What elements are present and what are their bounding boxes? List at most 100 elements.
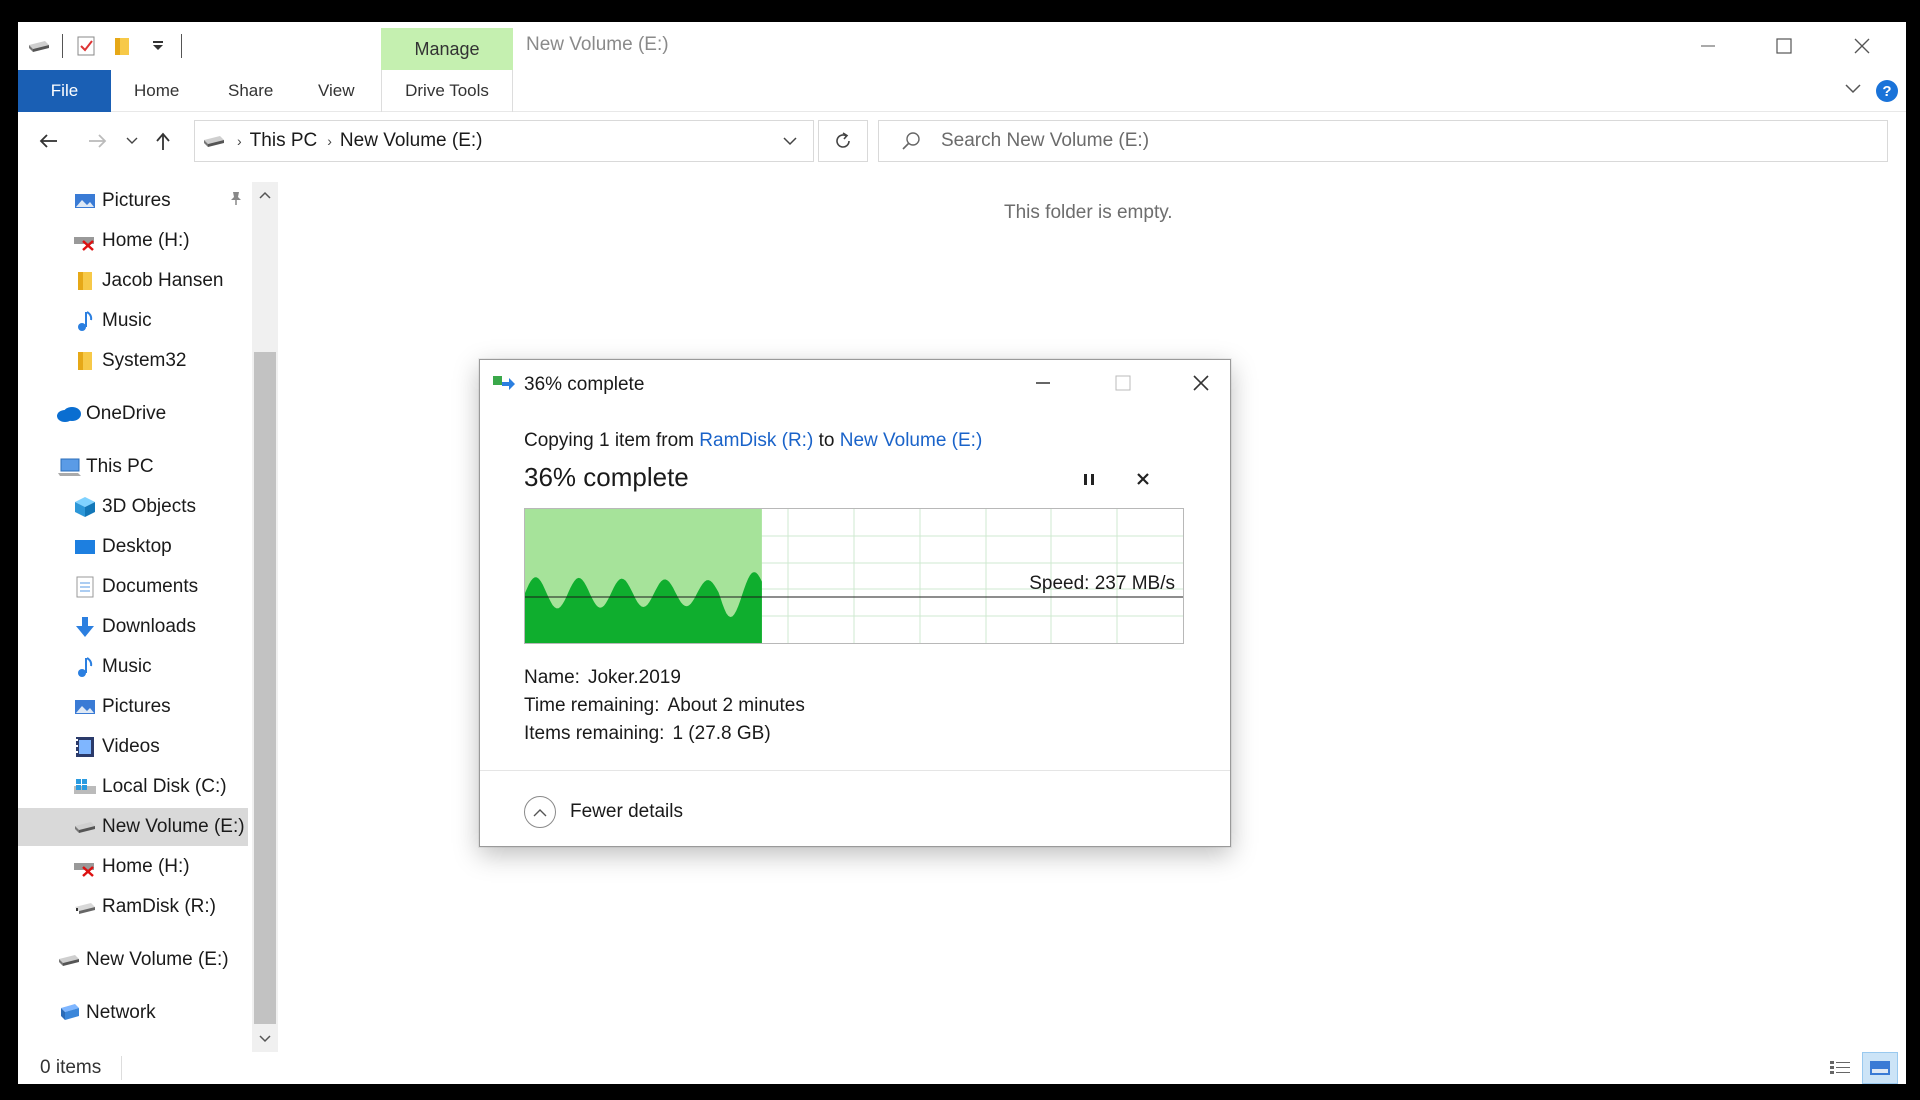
quick-access-toolbar bbox=[26, 32, 182, 60]
detail-name-row: Name: Joker.2019 bbox=[524, 667, 681, 688]
drive-icon bbox=[201, 134, 227, 148]
scrollbar-thumb[interactable] bbox=[254, 352, 276, 1024]
large-icons-view-icon[interactable] bbox=[1862, 1052, 1898, 1084]
maximize-button[interactable] bbox=[1746, 22, 1822, 70]
speed-label: Speed: 237 MB/s bbox=[1029, 573, 1175, 594]
nav-item-this-pc[interactable]: This PC bbox=[18, 448, 248, 486]
tab-file[interactable]: File bbox=[18, 70, 111, 112]
nav-item-downloads[interactable]: Downloads bbox=[18, 608, 248, 646]
breadcrumb-separator[interactable]: › bbox=[327, 133, 332, 149]
nav-item-network[interactable]: Network bbox=[18, 994, 248, 1032]
destination-link[interactable]: New Volume (E:) bbox=[840, 430, 983, 451]
nav-item-pictures-quick[interactable]: Pictures bbox=[18, 182, 248, 220]
nav-item-new-volume-e[interactable]: New Volume (E:) bbox=[18, 808, 248, 846]
tab-drive-tools[interactable]: Drive Tools bbox=[381, 70, 513, 112]
address-bar[interactable]: › This PC › New Volume (E:) bbox=[194, 120, 814, 162]
nav-item-music[interactable]: Music bbox=[18, 648, 248, 686]
tab-home[interactable]: Home bbox=[134, 70, 179, 112]
breadcrumb-separator[interactable]: › bbox=[237, 133, 242, 149]
refresh-button[interactable] bbox=[818, 120, 868, 162]
breadcrumb-this-pc[interactable]: This PC bbox=[250, 130, 318, 152]
dialog-close-button[interactable] bbox=[1170, 360, 1232, 406]
disconnected-drive-icon bbox=[72, 854, 98, 880]
tab-view[interactable]: View bbox=[318, 70, 355, 112]
chevron-up-icon bbox=[524, 796, 556, 828]
folder-icon bbox=[72, 268, 98, 294]
file-name: Joker.2019 bbox=[587, 667, 681, 688]
forward-button[interactable] bbox=[80, 122, 114, 160]
this-pc-icon bbox=[56, 454, 82, 480]
nav-item-music-quick[interactable]: Music bbox=[18, 302, 248, 340]
fewer-details-toggle[interactable]: Fewer details bbox=[524, 796, 683, 828]
documents-icon bbox=[72, 574, 98, 600]
copy-progress-dialog: 36% complete Copying 1 item from RamDisk… bbox=[479, 359, 1231, 847]
nav-item-system32[interactable]: System32 bbox=[18, 342, 248, 380]
search-icon bbox=[901, 131, 921, 151]
items-remaining: 1 (27.8 GB) bbox=[672, 723, 771, 744]
folder-icon bbox=[72, 348, 98, 374]
nav-item-desktop[interactable]: Desktop bbox=[18, 528, 248, 566]
time-remaining: About 2 minutes bbox=[667, 695, 805, 716]
customize-toolbar-icon[interactable] bbox=[145, 33, 171, 59]
search-placeholder: Search New Volume (E:) bbox=[941, 130, 1150, 151]
transfer-speed-graph: Speed: 237 MB/s bbox=[524, 508, 1184, 644]
back-button[interactable] bbox=[32, 122, 66, 160]
source-link[interactable]: RamDisk (R:) bbox=[699, 430, 813, 451]
up-button[interactable] bbox=[146, 122, 180, 160]
nav-item-home-h[interactable]: Home (H:) bbox=[18, 222, 248, 260]
desktop-icon bbox=[72, 534, 98, 560]
file-explorer-window: Manage New Volume (E:) File Home Share V… bbox=[18, 22, 1906, 1084]
3d-objects-icon bbox=[72, 494, 98, 520]
dialog-divider bbox=[480, 770, 1230, 771]
details-view-icon[interactable] bbox=[1822, 1052, 1858, 1084]
nav-item-pictures[interactable]: Pictures bbox=[18, 688, 248, 726]
help-icon[interactable]: ? bbox=[1876, 80, 1898, 102]
recent-locations-button[interactable] bbox=[120, 122, 144, 160]
pictures-icon bbox=[72, 694, 98, 720]
status-separator bbox=[121, 1056, 123, 1080]
scroll-down-arrow[interactable] bbox=[252, 1026, 278, 1052]
fewer-details-label: Fewer details bbox=[570, 801, 683, 822]
disconnected-drive-icon bbox=[72, 228, 98, 254]
copy-summary: Copying 1 item from RamDisk (R:) to New … bbox=[524, 430, 983, 451]
nav-item-documents[interactable]: Documents bbox=[18, 568, 248, 606]
pin-icon[interactable] bbox=[228, 190, 244, 212]
nav-item-home-h-2[interactable]: Home (H:) bbox=[18, 848, 248, 886]
manage-context-tab[interactable]: Manage bbox=[381, 28, 513, 70]
window-title: New Volume (E:) bbox=[526, 34, 669, 55]
videos-icon bbox=[72, 734, 98, 760]
nav-item-jacob-hansen[interactable]: Jacob Hansen bbox=[18, 262, 248, 300]
windows-drive-icon bbox=[72, 774, 98, 800]
nav-item-videos[interactable]: Videos bbox=[18, 728, 248, 766]
new-folder-icon[interactable] bbox=[109, 33, 135, 59]
expand-ribbon-icon[interactable] bbox=[1844, 82, 1862, 100]
properties-icon[interactable] bbox=[73, 33, 99, 59]
downloads-icon bbox=[72, 614, 98, 640]
status-bar: 0 items bbox=[18, 1052, 1906, 1084]
nav-item-onedrive[interactable]: OneDrive bbox=[18, 395, 248, 433]
search-input[interactable]: Search New Volume (E:) bbox=[878, 120, 1888, 162]
dialog-minimize-button[interactable] bbox=[1012, 360, 1074, 406]
music-icon bbox=[72, 308, 98, 334]
ramdisk-icon bbox=[72, 894, 98, 920]
address-dropdown-button[interactable] bbox=[767, 121, 813, 161]
drive-icon[interactable] bbox=[26, 33, 52, 59]
toolbar-separator bbox=[181, 34, 182, 58]
dialog-title: 36% complete bbox=[524, 374, 645, 395]
nav-item-3d-objects[interactable]: 3D Objects bbox=[18, 488, 248, 526]
nav-item-new-volume-e-root[interactable]: New Volume (E:) bbox=[18, 941, 248, 979]
onedrive-icon bbox=[56, 401, 82, 427]
breadcrumb-new-volume[interactable]: New Volume (E:) bbox=[340, 130, 483, 152]
navigation-scrollbar[interactable] bbox=[252, 182, 278, 1052]
dialog-maximize-button bbox=[1092, 360, 1154, 406]
detail-time-row: Time remaining: About 2 minutes bbox=[524, 695, 805, 716]
tab-share[interactable]: Share bbox=[228, 70, 273, 112]
minimize-button[interactable] bbox=[1670, 22, 1746, 70]
pause-button[interactable] bbox=[1074, 464, 1104, 494]
toolbar-separator bbox=[62, 34, 63, 58]
close-button[interactable] bbox=[1824, 22, 1900, 70]
cancel-copy-button[interactable] bbox=[1128, 464, 1158, 494]
nav-item-local-disk-c[interactable]: Local Disk (C:) bbox=[18, 768, 248, 806]
nav-item-ramdisk-r[interactable]: RamDisk (R:) bbox=[18, 888, 248, 926]
scroll-up-arrow[interactable] bbox=[252, 182, 278, 208]
